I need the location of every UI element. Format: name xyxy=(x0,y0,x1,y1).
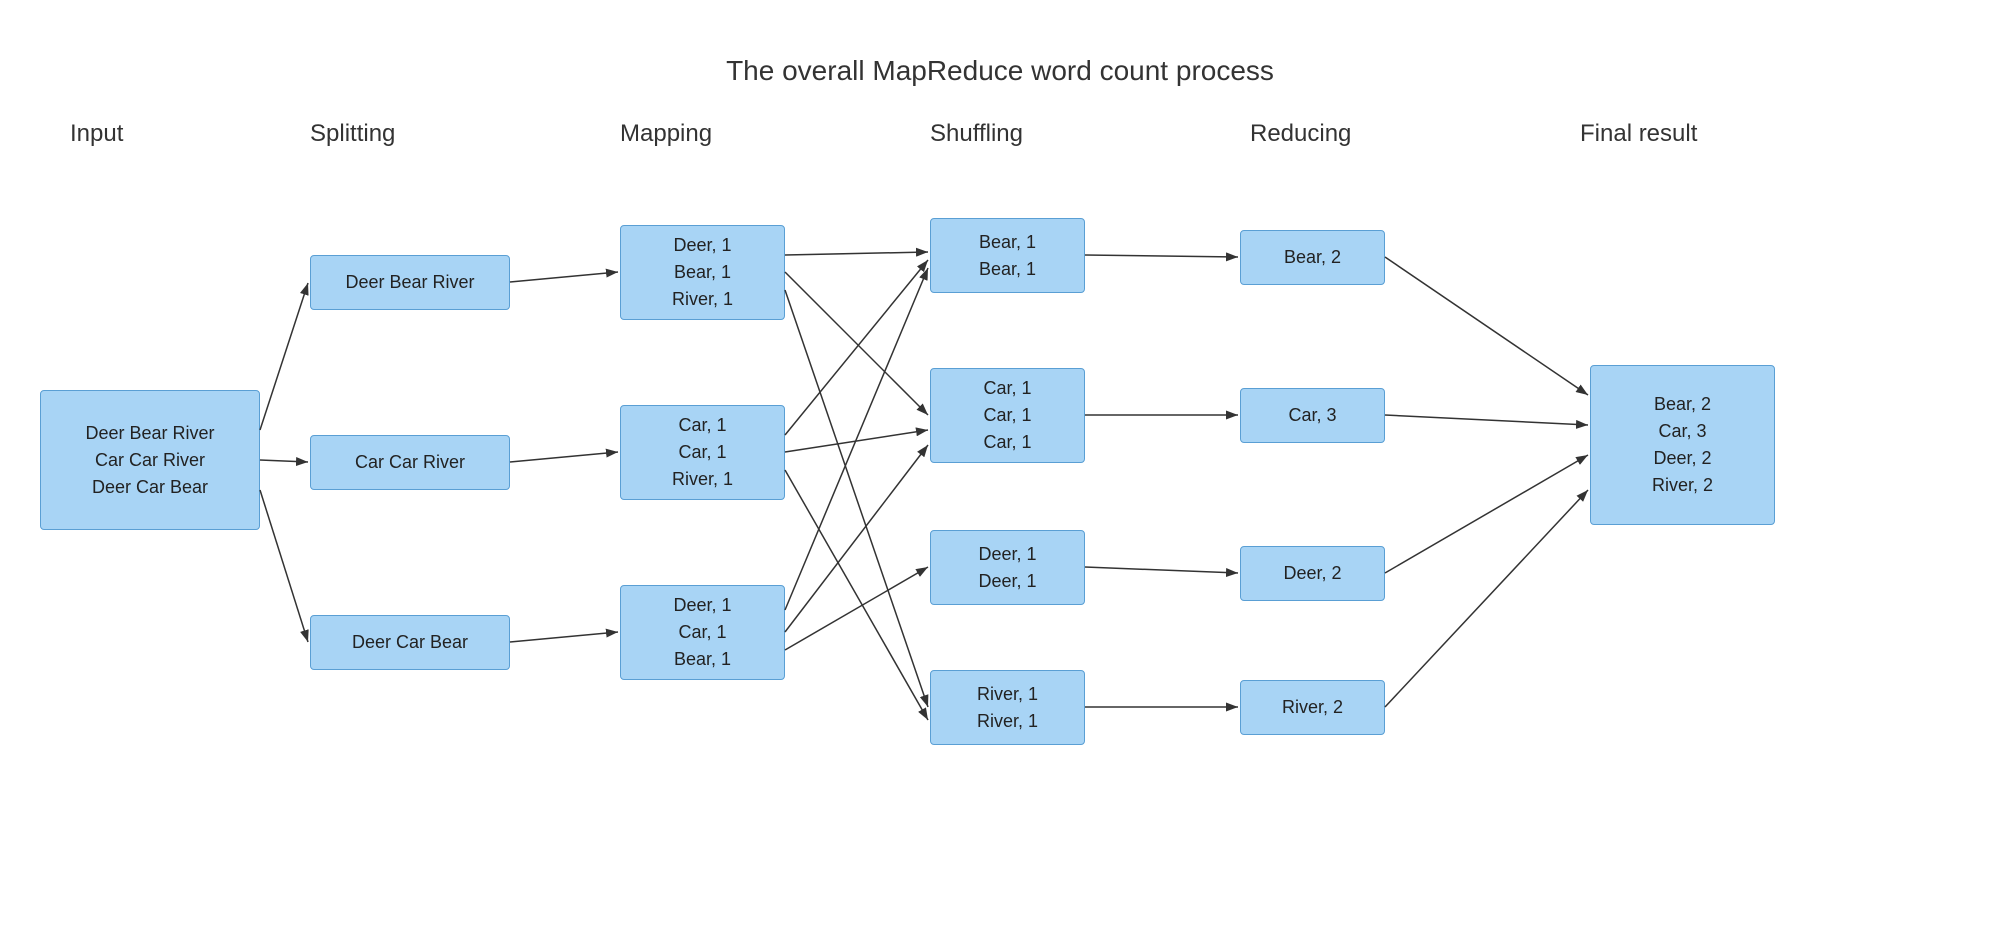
box-shuffle-deer: Deer, 1 Deer, 1 xyxy=(930,530,1085,605)
page-title: The overall MapReduce word count process xyxy=(0,55,2000,87)
box-final: Bear, 2 Car, 3 Deer, 2 River, 2 xyxy=(1590,365,1775,525)
box-map2: Car, 1 Car, 1 River, 1 xyxy=(620,405,785,500)
box-reduce-car: Car, 3 xyxy=(1240,388,1385,443)
label-input: Input xyxy=(70,120,123,148)
box-reduce-deer: Deer, 2 xyxy=(1240,546,1385,601)
label-reducing: Reducing xyxy=(1250,120,1351,148)
label-splitting: Splitting xyxy=(310,120,395,148)
label-mapping: Mapping xyxy=(620,120,712,148)
box-split3: Deer Car Bear xyxy=(310,615,510,670)
box-reduce-bear: Bear, 2 xyxy=(1240,230,1385,285)
box-input: Deer Bear River Car Car River Deer Car B… xyxy=(40,390,260,530)
box-split1: Deer Bear River xyxy=(310,255,510,310)
box-map1: Deer, 1 Bear, 1 River, 1 xyxy=(620,225,785,320)
label-shuffling: Shuffling xyxy=(930,120,1023,148)
box-shuffle-bear: Bear, 1 Bear, 1 xyxy=(930,218,1085,293)
label-final: Final result xyxy=(1580,120,1697,148)
box-shuffle-river: River, 1 River, 1 xyxy=(930,670,1085,745)
box-map3: Deer, 1 Car, 1 Bear, 1 xyxy=(620,585,785,680)
box-split2: Car Car River xyxy=(310,435,510,490)
box-reduce-river: River, 2 xyxy=(1240,680,1385,735)
box-shuffle-car: Car, 1 Car, 1 Car, 1 xyxy=(930,368,1085,463)
